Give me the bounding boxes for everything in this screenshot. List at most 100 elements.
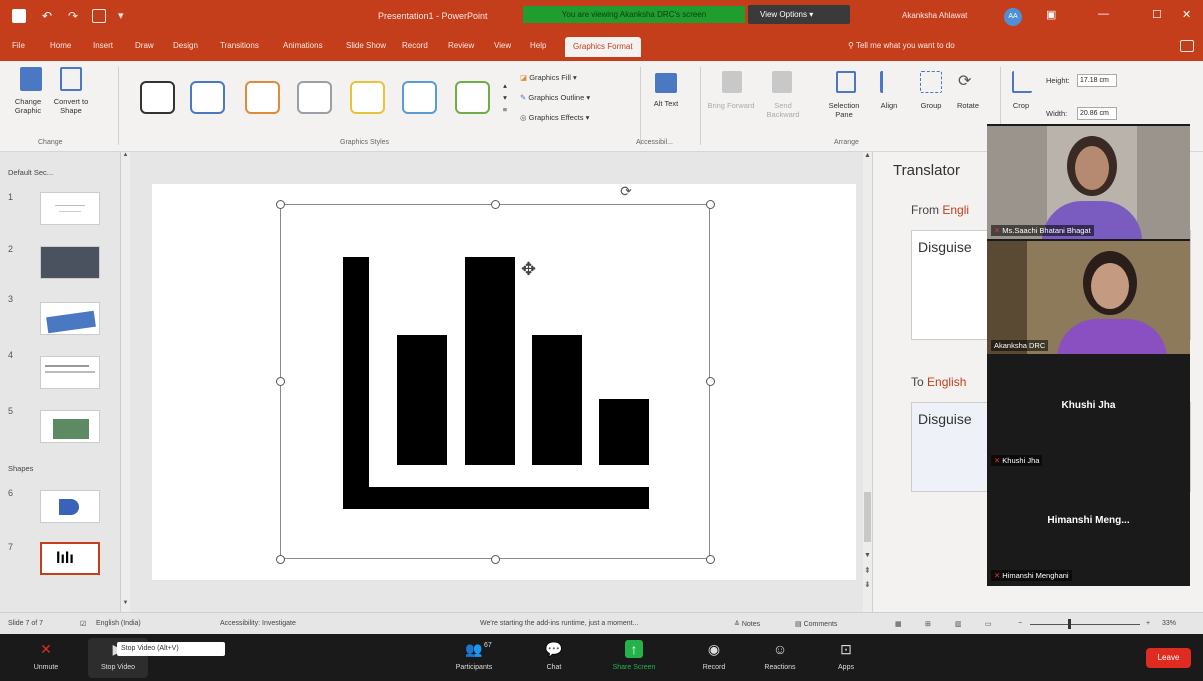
participant-video-tile[interactable]: ✕ Ms.Saachi Bhatani Bhagat: [987, 126, 1190, 239]
slide-canvas[interactable]: ⟳ ✥: [152, 183, 856, 580]
height-field[interactable]: 17.18 cm: [1077, 74, 1117, 87]
notes-button[interactable]: ≙ Notes: [734, 620, 760, 628]
tab-file[interactable]: File: [12, 41, 25, 50]
tab-record[interactable]: Record: [402, 41, 428, 50]
start-slideshow-icon[interactable]: [92, 9, 106, 23]
resize-handle[interactable]: [706, 377, 715, 386]
section-shapes-label[interactable]: Shapes: [8, 464, 33, 473]
graphics-style-1[interactable]: [140, 81, 175, 114]
selected-graphic[interactable]: ⟳ ✥: [276, 183, 715, 564]
send-backward-icon[interactable]: [772, 71, 792, 93]
undo-icon[interactable]: ↶: [42, 9, 56, 23]
resize-handle[interactable]: [276, 377, 285, 386]
graphics-fill-button[interactable]: ◪ Graphics Fill ▾: [520, 73, 577, 82]
slide-thumbnail-2[interactable]: [40, 246, 100, 279]
rotate-icon[interactable]: ⟳: [958, 71, 978, 93]
convert-to-shape-button[interactable]: Convert to Shape: [48, 97, 94, 115]
participant-video-tile[interactable]: Akanksha DRC: [987, 241, 1190, 354]
graphics-effects-button[interactable]: ◎ Graphics Effects ▾: [520, 113, 589, 122]
customize-toolbar-icon[interactable]: ▾: [118, 9, 132, 23]
zoom-level[interactable]: 33%: [1162, 620, 1176, 627]
slide-thumbnail-5[interactable]: [40, 410, 100, 443]
spellcheck-icon[interactable]: ☑: [80, 620, 86, 628]
resize-handle[interactable]: [706, 200, 715, 209]
tab-transitions[interactable]: Transitions: [220, 41, 259, 50]
zoom-in-icon[interactable]: +: [1146, 620, 1150, 627]
tab-slide-show[interactable]: Slide Show: [346, 41, 386, 50]
section-default-label[interactable]: Default Sec...: [8, 168, 53, 177]
participants-button[interactable]: 👥 67 Participants: [444, 638, 504, 678]
tab-draw[interactable]: Draw: [135, 41, 154, 50]
tab-home[interactable]: Home: [50, 41, 71, 50]
bring-forward-button[interactable]: Bring Forward: [706, 101, 756, 110]
maximize-icon[interactable]: ☐: [1152, 8, 1162, 21]
participant-video-tile[interactable]: Himanshi Meng... ✕ Himanshi Menghani: [987, 471, 1190, 584]
minimize-icon[interactable]: —: [1098, 8, 1109, 20]
tab-view[interactable]: View: [494, 41, 511, 50]
slide-thumbnail-3[interactable]: [40, 302, 100, 335]
from-language[interactable]: From Engli: [911, 203, 969, 217]
styles-scroll-up-icon[interactable]: ▴: [500, 81, 510, 90]
width-field[interactable]: 20.86 cm: [1077, 107, 1117, 120]
participant-video-tile[interactable]: Khushi Jha ✕ Khushi Jha: [987, 356, 1190, 469]
graphics-outline-button[interactable]: ✎ Graphics Outline ▾: [520, 93, 590, 102]
slide-thumbnail-1[interactable]: [40, 192, 100, 225]
slide-thumbnail-7[interactable]: lılı: [40, 542, 100, 575]
share-icon[interactable]: [1180, 40, 1194, 52]
scroll-up-icon[interactable]: ▲: [864, 152, 871, 159]
editor-scrollbar[interactable]: ▲ ▼ ⇞ ⇟: [863, 152, 872, 612]
tab-help[interactable]: Help: [530, 41, 546, 50]
resize-handle[interactable]: [706, 555, 715, 564]
language-status[interactable]: English (India): [96, 620, 141, 627]
bring-forward-icon[interactable]: [722, 71, 742, 93]
change-graphic-button[interactable]: Change Graphic: [6, 97, 50, 115]
scroll-up-icon[interactable]: ▲: [121, 152, 130, 162]
graphics-style-2[interactable]: [190, 81, 225, 114]
ribbon-display-icon[interactable]: ▣: [1046, 8, 1056, 21]
tab-review[interactable]: Review: [448, 41, 474, 50]
normal-view-icon[interactable]: ▦: [895, 620, 902, 628]
resize-handle[interactable]: [491, 555, 500, 564]
comments-button[interactable]: ▤ Comments: [795, 620, 837, 628]
slideshow-view-icon[interactable]: ▭: [985, 620, 992, 628]
avatar[interactable]: AA: [1004, 8, 1022, 26]
record-button[interactable]: ◉ Record: [684, 638, 744, 678]
reactions-button[interactable]: ☺ Reactions: [750, 638, 810, 678]
scroll-down-icon[interactable]: ▼: [864, 552, 871, 559]
scroll-thumb[interactable]: [864, 492, 871, 542]
tab-design[interactable]: Design: [173, 41, 198, 50]
slide-thumbnail-6[interactable]: [40, 490, 100, 523]
alt-text-button[interactable]: Alt Text: [650, 99, 682, 108]
tab-graphics-format[interactable]: Graphics Format: [565, 37, 641, 57]
align-button[interactable]: Align: [874, 101, 904, 110]
graphics-style-3[interactable]: [245, 81, 280, 114]
selection-pane-icon[interactable]: [836, 71, 856, 93]
graphics-style-7[interactable]: [455, 81, 490, 114]
selection-pane-button[interactable]: Selection Pane: [822, 101, 866, 119]
reading-view-icon[interactable]: ▥: [955, 620, 962, 628]
resize-handle[interactable]: [491, 200, 500, 209]
align-icon[interactable]: [880, 71, 898, 93]
crop-icon[interactable]: [1012, 71, 1032, 93]
accessibility-status[interactable]: Accessibility: Investigate: [220, 620, 296, 627]
graphics-style-6[interactable]: [402, 81, 437, 114]
slide-sorter-icon[interactable]: ⊞: [925, 620, 931, 628]
zoom-slider-thumb[interactable]: [1068, 619, 1071, 629]
to-language[interactable]: To English: [911, 375, 966, 389]
tab-animations[interactable]: Animations: [283, 41, 323, 50]
view-options-button[interactable]: View Options ▾: [748, 5, 850, 24]
thumbnail-scrollbar[interactable]: ▲ ▼: [120, 152, 130, 612]
resize-handle[interactable]: [276, 555, 285, 564]
tab-insert[interactable]: Insert: [93, 41, 113, 50]
share-screen-button[interactable]: ↑ Share Screen: [604, 638, 664, 678]
graphics-style-5[interactable]: [350, 81, 385, 114]
leave-button[interactable]: Leave: [1146, 648, 1191, 668]
styles-scroll-down-icon[interactable]: ▾: [500, 93, 510, 102]
redo-icon[interactable]: ↷: [68, 9, 82, 23]
scroll-down-icon[interactable]: ▼: [121, 600, 130, 610]
close-icon[interactable]: ✕: [1182, 8, 1191, 21]
apps-button[interactable]: ⊡ Apps: [816, 638, 876, 678]
group-icon[interactable]: [920, 71, 942, 93]
convert-to-shape-icon[interactable]: [60, 67, 82, 91]
crop-button[interactable]: Crop: [1006, 101, 1036, 110]
